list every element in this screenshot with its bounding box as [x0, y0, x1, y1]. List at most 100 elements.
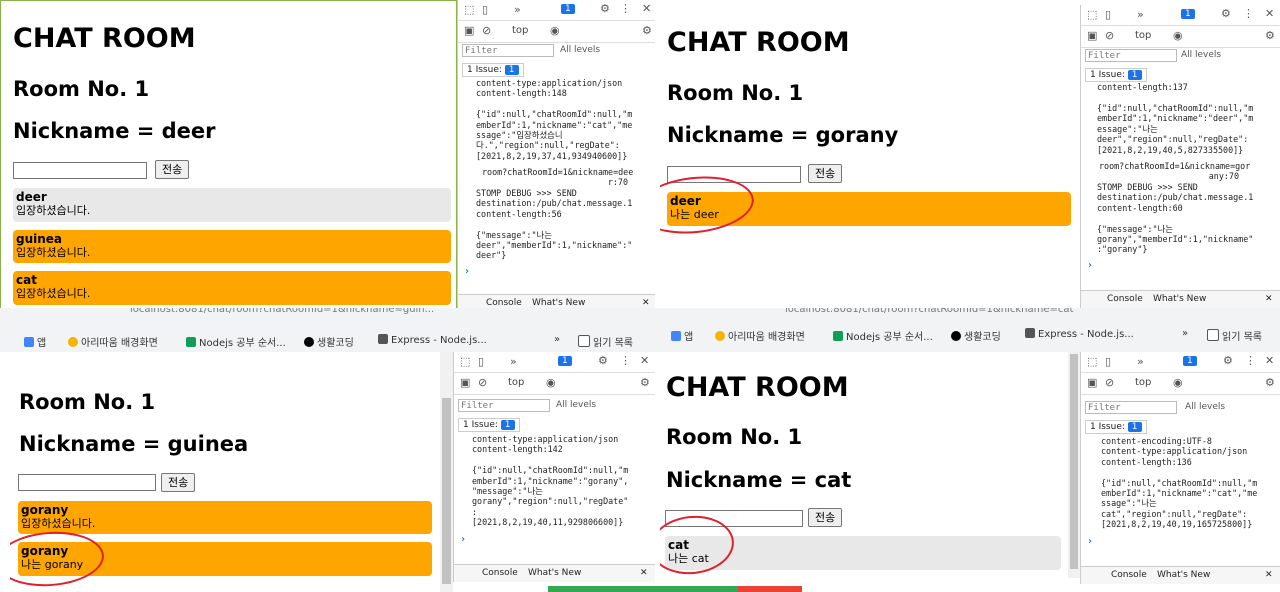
tab-whatsnew[interactable]: What's New: [1153, 294, 1206, 304]
issues-bar[interactable]: 1 Issue: 1: [462, 63, 524, 77]
issues-badge[interactable]: 1: [1181, 9, 1195, 19]
tab-console[interactable]: Console: [482, 568, 518, 578]
eye-icon[interactable]: ◉: [546, 376, 556, 389]
address-bar[interactable]: localhost:8081/chat/room?chatRoomId=1&ni…: [130, 308, 510, 318]
console-prompt-icon[interactable]: ›: [460, 534, 466, 545]
source-link[interactable]: room?chatRoomId=1&nickname=gor any:70: [1099, 161, 1250, 182]
clear-icon[interactable]: ⊘: [478, 376, 487, 389]
settings-icon[interactable]: ⚙: [1265, 376, 1275, 389]
close-icon[interactable]: ✕: [640, 354, 649, 367]
reading-list[interactable]: 읽기 목록: [1207, 328, 1262, 343]
context-select[interactable]: top: [512, 25, 528, 36]
message-input[interactable]: [18, 474, 156, 491]
gear-icon[interactable]: ⚙: [1223, 354, 1233, 367]
eye-icon[interactable]: ◉: [1173, 29, 1183, 42]
tab-console[interactable]: Console: [1107, 294, 1143, 304]
sidebar-toggle-icon[interactable]: ▣: [460, 376, 470, 389]
clear-icon[interactable]: ⊘: [1105, 376, 1114, 389]
settings-icon[interactable]: ⚙: [640, 376, 650, 389]
inspect-icon[interactable]: ⬚: [460, 355, 470, 368]
inspect-icon[interactable]: ⬚: [464, 3, 474, 16]
context-select[interactable]: top: [508, 377, 524, 388]
issues-badge[interactable]: 1: [1183, 356, 1197, 366]
issues-badge[interactable]: 1: [558, 356, 572, 366]
send-button[interactable]: 전송: [808, 508, 843, 527]
gear-icon[interactable]: ⚙: [1221, 7, 1231, 20]
close-icon[interactable]: ✕: [1265, 354, 1274, 367]
bookmark-1[interactable]: 아리따움 배경화면: [715, 328, 805, 343]
filter-input[interactable]: Filter: [1085, 49, 1177, 62]
device-icon[interactable]: ▯: [478, 355, 484, 368]
kebab-menu-icon[interactable]: ⋮: [620, 354, 631, 367]
bookmark-2[interactable]: Nodejs 공부 순서...: [186, 334, 286, 349]
tab-whatsnew[interactable]: What's New: [528, 568, 581, 578]
address-bar[interactable]: localhost:8081/chat/room?chatRoomId=1&ni…: [785, 308, 1155, 318]
context-select[interactable]: top: [1135, 377, 1151, 388]
close-icon[interactable]: ✕: [1265, 7, 1274, 20]
levels-select[interactable]: All levels: [1181, 50, 1221, 60]
page-scrollbar[interactable]: [1068, 352, 1080, 578]
bookmark-3[interactable]: 생활코딩: [951, 328, 1001, 343]
page-scrollbar[interactable]: [440, 352, 453, 592]
levels-select[interactable]: All levels: [556, 400, 596, 410]
clear-icon[interactable]: ⊘: [1105, 29, 1114, 42]
bookmark-3[interactable]: 생활코딩: [304, 334, 354, 349]
sidebar-toggle-icon[interactable]: ▣: [464, 24, 474, 37]
settings-icon[interactable]: ⚙: [642, 24, 652, 37]
bookmark-1[interactable]: 아리따움 배경화면: [68, 334, 158, 349]
more-tabs-icon[interactable]: »: [510, 355, 517, 368]
gear-icon[interactable]: ⚙: [598, 354, 608, 367]
sidebar-toggle-icon[interactable]: ▣: [1087, 29, 1097, 42]
tab-whatsnew[interactable]: What's New: [532, 298, 585, 308]
more-tabs-icon[interactable]: »: [1137, 8, 1144, 21]
filter-input[interactable]: Filter: [1085, 401, 1177, 414]
bookmark-4[interactable]: Express - Node.js...: [1025, 328, 1134, 340]
eye-icon[interactable]: ◉: [550, 24, 560, 37]
reading-list[interactable]: 읽기 목록: [578, 334, 633, 349]
send-button[interactable]: 전송: [808, 164, 843, 183]
kebab-menu-icon[interactable]: ⋮: [1243, 7, 1254, 20]
device-icon[interactable]: ▯: [1105, 355, 1111, 368]
scroll-thumb[interactable]: [442, 398, 451, 584]
console-prompt-icon[interactable]: ›: [464, 266, 470, 277]
more-tabs-icon[interactable]: »: [1137, 355, 1144, 368]
bookmark-2[interactable]: Nodejs 공부 순서...: [833, 328, 933, 343]
inspect-icon[interactable]: ⬚: [1087, 8, 1097, 21]
kebab-menu-icon[interactable]: ⋮: [1245, 354, 1256, 367]
close-drawer-icon[interactable]: ✕: [642, 298, 650, 308]
clear-icon[interactable]: ⊘: [482, 24, 491, 37]
settings-icon[interactable]: ⚙: [1265, 29, 1275, 42]
close-drawer-icon[interactable]: ✕: [640, 568, 648, 578]
device-icon[interactable]: ▯: [482, 3, 488, 16]
close-drawer-icon[interactable]: ✕: [1265, 570, 1273, 580]
inspect-icon[interactable]: ⬚: [1087, 355, 1097, 368]
kebab-menu-icon[interactable]: ⋮: [620, 2, 631, 15]
context-select[interactable]: top: [1135, 30, 1151, 41]
tab-console[interactable]: Console: [1111, 570, 1147, 580]
send-button[interactable]: 전송: [155, 160, 190, 179]
source-link[interactable]: room?chatRoomId=1&nickname=dee r:70: [482, 167, 633, 188]
sidebar-toggle-icon[interactable]: ▣: [1087, 376, 1097, 389]
console-prompt-icon[interactable]: ›: [1087, 260, 1093, 271]
bookmark-more[interactable]: »: [554, 334, 560, 345]
bookmark-apps[interactable]: 앱: [671, 328, 693, 343]
tab-whatsnew[interactable]: What's New: [1157, 570, 1210, 580]
device-icon[interactable]: ▯: [1105, 8, 1111, 21]
close-icon[interactable]: ✕: [642, 2, 651, 15]
message-input[interactable]: [13, 162, 147, 179]
issues-badge[interactable]: 1: [561, 4, 575, 14]
issues-bar[interactable]: 1 Issue: 1: [1085, 68, 1147, 82]
close-drawer-icon[interactable]: ✕: [1265, 294, 1273, 304]
more-tabs-icon[interactable]: »: [514, 3, 521, 16]
levels-select[interactable]: All levels: [560, 45, 600, 55]
console-prompt-icon[interactable]: ›: [1087, 536, 1093, 547]
bookmark-more[interactable]: »: [1182, 328, 1188, 339]
levels-select[interactable]: All levels: [1185, 402, 1225, 412]
issues-bar[interactable]: 1 Issue: 1: [458, 418, 520, 432]
eye-icon[interactable]: ◉: [1173, 376, 1183, 389]
filter-input[interactable]: Filter: [458, 399, 550, 412]
scroll-thumb[interactable]: [1070, 354, 1078, 569]
filter-input[interactable]: Filter: [462, 44, 554, 57]
tab-console[interactable]: Console: [486, 298, 522, 308]
gear-icon[interactable]: ⚙: [600, 2, 610, 15]
